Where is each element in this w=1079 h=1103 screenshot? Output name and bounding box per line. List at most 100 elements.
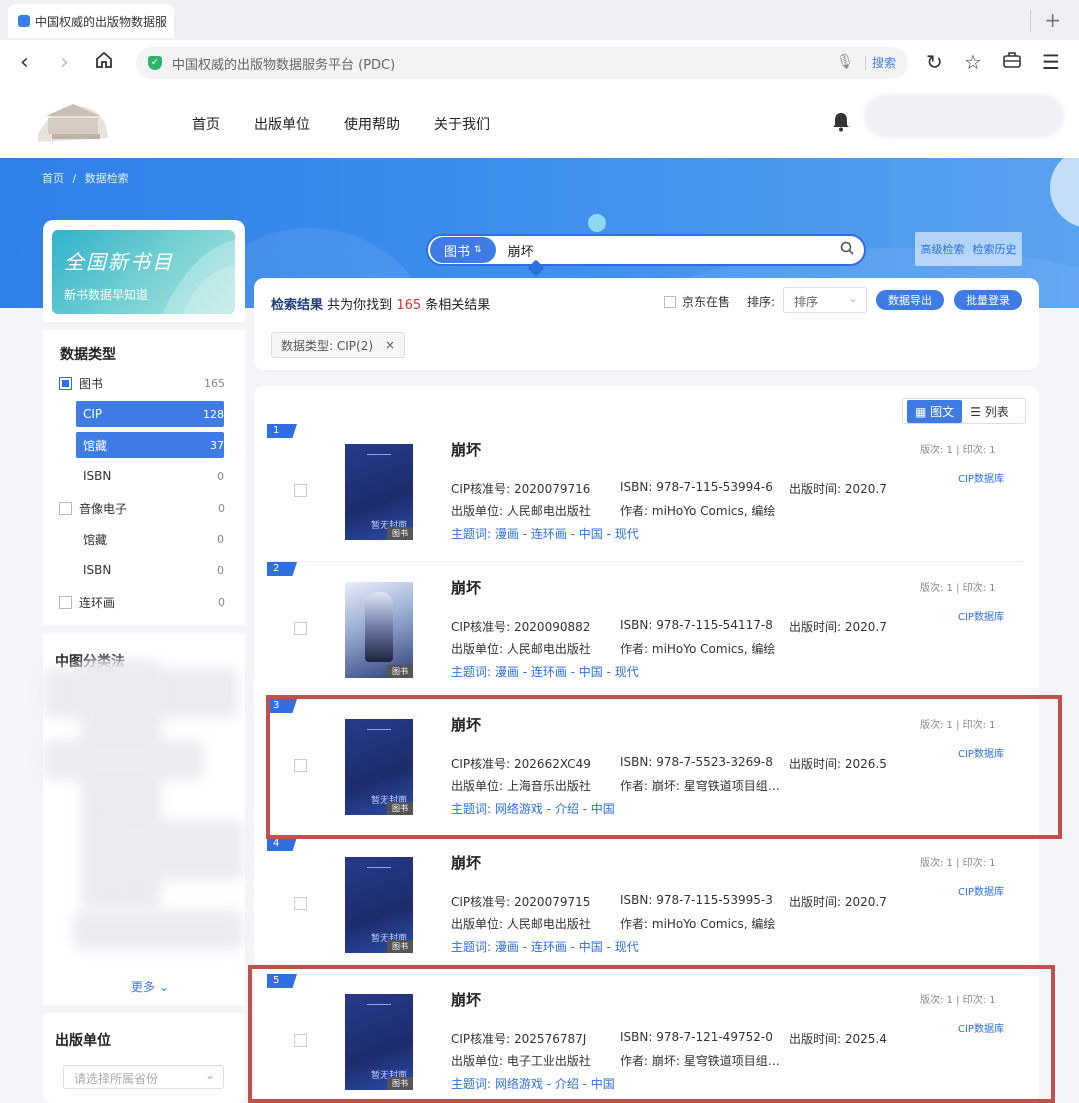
- facet-label: 连环画: [79, 595, 116, 610]
- bookmark-star-icon[interactable]: ☆: [964, 50, 982, 74]
- facet-comic[interactable]: 连环画 0: [59, 589, 225, 615]
- view-list-label: 列表: [984, 404, 1009, 419]
- search-input[interactable]: 崩坏: [508, 241, 534, 260]
- microphone-icon[interactable]: 🎙: [836, 54, 854, 70]
- facet-av[interactable]: 音像电子 0: [59, 495, 225, 521]
- promo-subtitle: 新书数据早知道: [64, 288, 149, 302]
- cip-label: CIP核准号:: [451, 482, 511, 496]
- reload-icon[interactable]: ↻: [926, 50, 943, 74]
- pubtime-value: 2020.7: [844, 895, 887, 909]
- keywords-value[interactable]: 漫画 - 连环画 - 中国 - 现代: [495, 940, 639, 954]
- database-link[interactable]: CIP数据库: [958, 608, 1004, 623]
- result-title[interactable]: 崩坏: [451, 439, 481, 460]
- checkbox-checked[interactable]: [59, 376, 72, 390]
- facet-book[interactable]: 图书 165: [59, 370, 225, 396]
- result-title[interactable]: 崩坏: [451, 577, 481, 598]
- facet-book-cip[interactable]: CIP 128: [76, 401, 224, 427]
- nav-home[interactable]: 首页: [192, 114, 220, 134]
- search-history-link[interactable]: 检索历史: [973, 241, 1017, 257]
- result-checkbox[interactable]: [294, 484, 307, 497]
- facet-count: 165: [204, 376, 225, 390]
- home-icon[interactable]: [94, 50, 114, 76]
- more-link[interactable]: 更多 ⌄: [131, 978, 169, 995]
- keywords-value[interactable]: 漫画 - 连环画 - 中国 - 现代: [495, 527, 639, 541]
- isbn-value: 978-7-115-53994-6: [656, 480, 773, 494]
- cip-label: CIP核准号:: [451, 620, 511, 634]
- notification-bell-icon[interactable]: [832, 112, 850, 137]
- result-title[interactable]: 崩坏: [451, 852, 481, 873]
- book-cover[interactable]: 暂无封面 图书: [345, 444, 413, 540]
- back-icon[interactable]: ‹: [20, 50, 29, 75]
- keywords-value[interactable]: 漫画 - 连环画 - 中国 - 现代: [495, 665, 639, 679]
- pubtime-value: 2020.7: [844, 482, 887, 496]
- result-item[interactable]: 2 图书 崩坏 CIP核准号: 2020090882 ISBN: 978-7-115-5…: [254, 562, 1039, 700]
- advanced-search-link[interactable]: 高级检索: [921, 241, 965, 257]
- result-keywords: 主题词: 漫画 - 连环画 - 中国 - 现代: [451, 938, 639, 955]
- checkbox[interactable]: [59, 501, 72, 515]
- section-divider: [43, 625, 245, 633]
- new-tab-button[interactable]: +: [1044, 8, 1061, 32]
- nav-publishers[interactable]: 出版单位: [254, 114, 310, 134]
- menu-icon[interactable]: ☰: [1042, 50, 1060, 74]
- database-link[interactable]: CIP数据库: [958, 883, 1004, 898]
- province-select[interactable]: 请选择所属省份 ⌄: [63, 1065, 224, 1089]
- facet-count: 37: [210, 438, 224, 452]
- search-icon[interactable]: [840, 241, 854, 259]
- browser-tabbar: 中国权威的出版物数据服 +: [0, 0, 1079, 40]
- breadcrumb-home[interactable]: 首页: [42, 172, 64, 185]
- facet-av-collection[interactable]: 馆藏 0: [76, 526, 224, 552]
- search-type-select[interactable]: 图书 ⇅: [430, 237, 496, 263]
- view-grid-button[interactable]: ▦ 图文: [907, 399, 963, 423]
- address-bar[interactable]: ✓ 中国权威的出版物数据服务平台 (PDC) 🎙 搜索: [136, 47, 908, 79]
- checkbox[interactable]: [59, 595, 72, 609]
- pubtime-value: 2020.7: [844, 620, 887, 634]
- facet-book-isbn[interactable]: ISBN 0: [76, 463, 224, 489]
- author-value: miHoYo Comics, 编绘: [651, 642, 776, 656]
- result-item[interactable]: 4 暂无封面 图书 崩坏 CIP核准号: 2020079715 ISBN: 978-7-1…: [254, 837, 1039, 975]
- sort-select[interactable]: 排序 ⌄: [783, 287, 867, 313]
- forward-icon[interactable]: ›: [60, 50, 69, 75]
- nav-about[interactable]: 关于我们: [434, 114, 490, 134]
- site-logo[interactable]: [28, 94, 114, 154]
- export-button[interactable]: 数据导出: [876, 290, 944, 310]
- result-row-pub: 出版单位: 人民邮电出版社 作者: miHoYo Comics, 编绘: [451, 502, 775, 519]
- filter-chip-label: 数据类型: CIP(2): [281, 338, 374, 353]
- author-value: miHoYo Comics, 编绘: [651, 917, 776, 931]
- browser-tab[interactable]: 中国权威的出版物数据服: [8, 4, 174, 38]
- results-title: 检索结果: [271, 298, 324, 313]
- publisher-value: 人民邮电出版社: [506, 642, 591, 656]
- book-cover[interactable]: 暂无封面 图书: [345, 857, 413, 953]
- keywords-label: 主题词:: [451, 665, 492, 679]
- facet-label: 馆藏: [83, 438, 108, 453]
- search-bar: 图书 ⇅ 崩坏: [426, 234, 866, 277]
- cover-badge: 图书: [387, 940, 413, 953]
- jd-filter[interactable]: 京东在售: [664, 293, 730, 310]
- user-info-redacted: [864, 94, 1064, 138]
- address-search-button[interactable]: 搜索: [872, 54, 896, 71]
- cover-emblem: [367, 867, 391, 875]
- database-link[interactable]: CIP数据库: [958, 470, 1004, 485]
- result-checkbox[interactable]: [294, 622, 307, 635]
- chevron-down-icon: ⌄: [204, 1068, 215, 1082]
- toolbox-icon[interactable]: [1002, 50, 1022, 75]
- facet-av-isbn[interactable]: ISBN 0: [76, 557, 224, 583]
- isbn-label: ISBN:: [620, 480, 653, 494]
- more-label: 更多: [131, 980, 156, 994]
- browser-toolbar: ‹ › ✓ 中国权威的出版物数据服务平台 (PDC) 🎙 搜索 ↻ ☆ ☰: [0, 40, 1079, 86]
- pubtime-label: 出版时间:: [789, 482, 842, 496]
- breadcrumb-separator: /: [72, 172, 77, 185]
- result-item[interactable]: 1 暂无封面 图书 崩坏 CIP核准号: 2020079716 ISBN: 978-7-1…: [254, 424, 1039, 562]
- view-list-button[interactable]: ☰ 列表: [962, 400, 1017, 423]
- close-icon[interactable]: ×: [385, 338, 395, 352]
- book-cover[interactable]: 图书: [345, 582, 413, 678]
- checkbox[interactable]: [664, 295, 676, 308]
- author-label: 作者:: [620, 504, 649, 518]
- result-checkbox[interactable]: [294, 897, 307, 910]
- facet-label: 图书: [79, 376, 104, 391]
- batch-login-button[interactable]: 批量登录: [954, 290, 1022, 310]
- results-summary: 检索结果 共为你找到 165 条相关结果: [271, 294, 490, 313]
- facet-book-collection[interactable]: 馆藏 37: [76, 432, 224, 458]
- nav-help[interactable]: 使用帮助: [344, 114, 400, 134]
- cover-emblem: [367, 454, 391, 462]
- promo-banner[interactable]: 全国新书目 新书数据早知道: [52, 230, 235, 314]
